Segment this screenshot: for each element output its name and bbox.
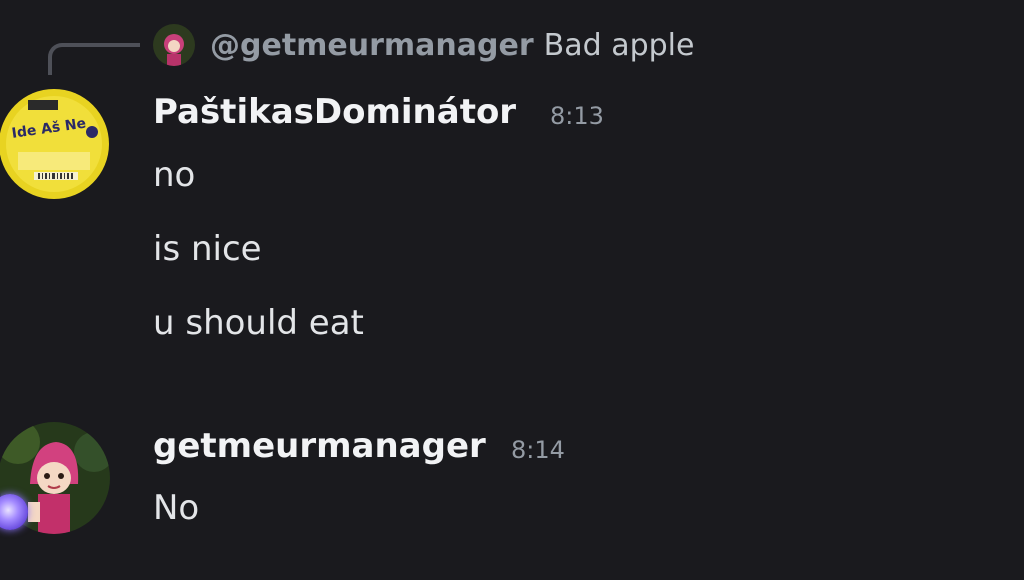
username-getmeurmanager[interactable]: getmeurmanager (153, 424, 486, 468)
reply-connector-line (48, 43, 140, 75)
cartoon-girl-icon (153, 24, 195, 66)
message-timestamp[interactable]: 8:13 (550, 94, 604, 138)
message-text: no (153, 155, 196, 195)
chat-message-list: @getmeurmanager Bad apple Ide Aš Ne Pašti… (0, 0, 1024, 580)
reply-avatar[interactable] (153, 24, 195, 66)
message-text: u should eat (153, 303, 364, 343)
pate-can-icon: Ide Aš Ne (0, 88, 110, 200)
reply-mention[interactable]: @getmeurmanager (210, 28, 534, 63)
reply-preview[interactable]: @getmeurmanager Bad apple (210, 24, 694, 68)
avatar-pastikas[interactable]: Ide Aš Ne (0, 88, 110, 200)
username-pastikas[interactable]: PaštikasDominátor (153, 90, 516, 134)
message-timestamp[interactable]: 8:14 (511, 428, 565, 472)
message-text: is nice (153, 229, 262, 269)
reply-content: Bad apple (543, 28, 695, 63)
message-text: No (153, 488, 200, 528)
